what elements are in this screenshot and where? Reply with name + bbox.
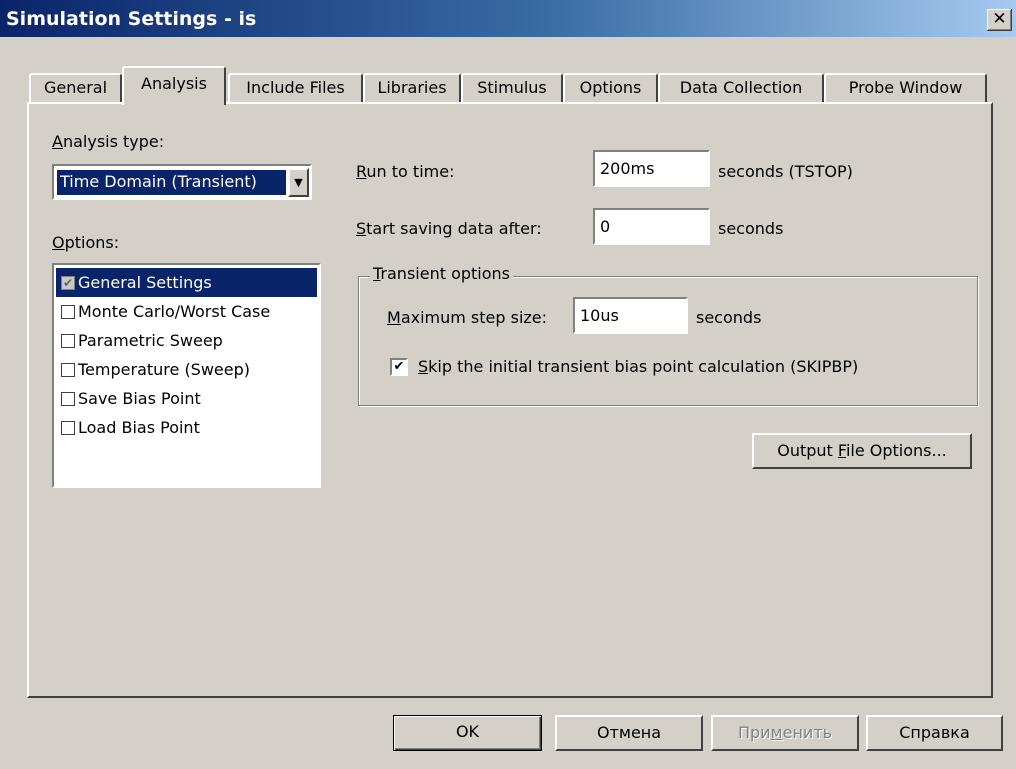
start-saving-label: Start saving data after: xyxy=(356,219,542,238)
transient-options-legend: Transient options xyxy=(370,264,513,283)
list-item-general-settings[interactable]: ✔ General Settings xyxy=(56,268,317,297)
checkbox-icon[interactable] xyxy=(61,363,75,377)
title-bar[interactable]: Simulation Settings - is ✕ xyxy=(0,0,1016,37)
tab-label: General xyxy=(43,78,108,97)
list-item-save-bias-point[interactable]: Save Bias Point xyxy=(56,384,317,413)
tab-stimulus[interactable]: Stimulus xyxy=(461,73,563,103)
tab-libraries[interactable]: Libraries xyxy=(363,73,461,103)
options-list[interactable]: ✔ General Settings Monte Carlo/Worst Cas… xyxy=(52,263,321,488)
apply-button[interactable]: Применить xyxy=(711,715,859,751)
tab-label: Options xyxy=(579,78,642,97)
cancel-button[interactable]: Отмена xyxy=(555,715,703,751)
dropdown-button[interactable]: ▼ xyxy=(288,168,309,197)
start-saving-input[interactable]: 0 xyxy=(593,208,710,245)
checkbox-icon[interactable] xyxy=(61,421,75,435)
analysis-type-select[interactable]: Time Domain (Transient) ▼ xyxy=(52,164,312,200)
list-item-load-bias-point[interactable]: Load Bias Point xyxy=(56,413,317,442)
tab-label: Data Collection xyxy=(679,78,803,97)
max-step-unit: seconds xyxy=(696,308,762,327)
run-to-time-unit: seconds (TSTOP) xyxy=(718,162,853,181)
tab-general[interactable]: General xyxy=(29,73,122,103)
max-step-label: Maximum step size: xyxy=(387,308,548,327)
max-step-input[interactable]: 10us xyxy=(573,297,688,334)
ok-button[interactable]: OK xyxy=(393,715,542,751)
run-to-time-label: Run to time: xyxy=(356,162,455,181)
close-icon: ✕ xyxy=(992,9,1007,29)
list-item-parametric-sweep[interactable]: Parametric Sweep xyxy=(56,326,317,355)
tab-label: Probe Window xyxy=(848,78,963,97)
start-saving-unit: seconds xyxy=(718,219,784,238)
run-to-time-input[interactable]: 200ms xyxy=(593,150,710,187)
tab-label: Libraries xyxy=(377,78,447,97)
checkmark-icon: ✔ xyxy=(393,359,405,374)
skip-bias-label[interactable]: Skip the initial transient bias point ca… xyxy=(418,357,858,376)
tab-probe-window[interactable]: Probe Window xyxy=(824,73,987,103)
transient-options-group xyxy=(358,276,978,406)
checkbox-icon[interactable] xyxy=(61,334,75,348)
close-button[interactable]: ✕ xyxy=(987,9,1012,31)
tab-include-files[interactable]: Include Files xyxy=(228,73,363,103)
list-item-monte-carlo[interactable]: Monte Carlo/Worst Case xyxy=(56,297,317,326)
tab-options[interactable]: Options xyxy=(563,73,658,103)
checkbox-icon[interactable] xyxy=(61,392,75,406)
tab-label: Include Files xyxy=(246,78,345,97)
tab-analysis[interactable]: Analysis xyxy=(122,66,226,105)
skip-bias-checkbox[interactable]: ✔ xyxy=(390,358,408,376)
checkbox-icon[interactable]: ✔ xyxy=(61,276,75,290)
checkbox-icon[interactable] xyxy=(61,305,75,319)
options-label: Options: xyxy=(52,233,120,252)
tab-label: Stimulus xyxy=(477,78,547,97)
window-title: Simulation Settings - is xyxy=(6,8,257,30)
tab-label: Analysis xyxy=(141,74,207,93)
chevron-down-icon: ▼ xyxy=(294,176,303,189)
output-file-options-button[interactable]: Output File Options... xyxy=(752,433,972,469)
list-item-temperature-sweep[interactable]: Temperature (Sweep) xyxy=(56,355,317,384)
analysis-type-value: Time Domain (Transient) xyxy=(57,170,286,195)
simulation-settings-dialog: Simulation Settings - is ✕ General Analy… xyxy=(0,0,1016,769)
help-button[interactable]: Справка xyxy=(866,715,1003,751)
analysis-type-label: Analysis type: xyxy=(52,132,165,151)
tab-data-collection[interactable]: Data Collection xyxy=(658,73,824,103)
